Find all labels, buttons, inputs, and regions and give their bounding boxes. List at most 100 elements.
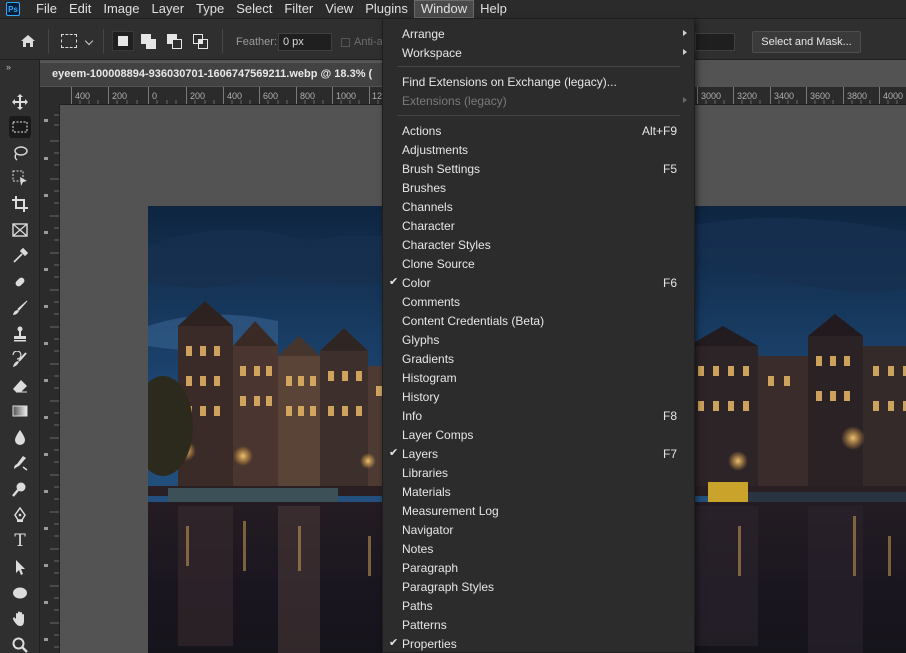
menu-item-arrange[interactable]: Arrange <box>383 24 694 43</box>
menu-item-label: Channels <box>402 200 453 214</box>
menu-help[interactable]: Help <box>474 0 513 18</box>
window-menu-dropdown: Arrange Workspace Find Extensions on Exc… <box>382 18 695 653</box>
checkmark-icon: ✔ <box>389 276 399 288</box>
smudge-icon[interactable] <box>9 452 31 474</box>
menu-item-label: Find Extensions on Exchange (legacy)... <box>402 75 617 89</box>
menu-edit[interactable]: Edit <box>63 0 97 18</box>
menu-item-color[interactable]: ✔ Color F6 <box>383 273 694 292</box>
menu-item-workspace[interactable]: Workspace <box>383 43 694 62</box>
menu-item-find-extensions[interactable]: Find Extensions on Exchange (legacy)... <box>383 72 694 91</box>
checkmark-icon: ✔ <box>389 447 399 459</box>
menu-filter[interactable]: Filter <box>278 0 319 18</box>
height-input[interactable] <box>695 33 735 51</box>
menu-view[interactable]: View <box>319 0 359 18</box>
clone-stamp-icon[interactable] <box>9 323 31 345</box>
menu-item-paragraph[interactable]: Paragraph <box>383 558 694 577</box>
menu-item-paths[interactable]: Paths <box>383 596 694 615</box>
vertical-ruler[interactable] <box>40 105 60 653</box>
blur-icon[interactable] <box>9 426 31 448</box>
eyedropper-icon[interactable] <box>9 245 31 267</box>
menu-item-layer-comps[interactable]: Layer Comps <box>383 425 694 444</box>
rectangular-marquee-icon[interactable] <box>9 116 31 138</box>
menu-item-history[interactable]: History <box>383 387 694 406</box>
menu-item-comments[interactable]: Comments <box>383 292 694 311</box>
menu-item-glyphs[interactable]: Glyphs <box>383 330 694 349</box>
ellipse-icon[interactable] <box>9 582 31 604</box>
home-icon[interactable] <box>20 34 36 48</box>
hand-icon[interactable] <box>9 608 31 630</box>
add-to-selection-button[interactable] <box>138 31 160 51</box>
chevron-down-icon[interactable] <box>84 36 94 46</box>
vertical-ruler-ticks <box>44 114 59 648</box>
frame-icon[interactable] <box>9 219 31 241</box>
subtract-selection-button[interactable] <box>164 31 186 51</box>
lasso-icon[interactable] <box>9 142 31 164</box>
menu-item-measurement-log[interactable]: Measurement Log <box>383 501 694 520</box>
anti-alias-label: Anti-a <box>354 36 383 48</box>
menu-item-navigator[interactable]: Navigator <box>383 520 694 539</box>
menu-type[interactable]: Type <box>190 0 230 18</box>
history-brush-icon[interactable] <box>9 349 31 371</box>
menu-item-shortcut: F8 <box>662 409 677 423</box>
menu-item-clone-source[interactable]: Clone Source <box>383 254 694 273</box>
document-tab[interactable]: eyeem-100008894-936030701-1606747569211.… <box>40 62 383 86</box>
pen-icon[interactable] <box>9 504 31 526</box>
feather-input[interactable]: 0 px <box>278 33 332 51</box>
menu-item-brushes[interactable]: Brushes <box>383 178 694 197</box>
menu-select[interactable]: Select <box>230 0 278 18</box>
menu-item-libraries[interactable]: Libraries <box>383 463 694 482</box>
menu-file[interactable]: File <box>30 0 63 18</box>
type-icon[interactable]: T <box>9 530 31 552</box>
menu-image[interactable]: Image <box>97 0 145 18</box>
menu-separator <box>397 115 680 116</box>
gradient-icon[interactable] <box>9 400 31 422</box>
menu-item-histogram[interactable]: Histogram <box>383 368 694 387</box>
menu-item-channels[interactable]: Channels <box>383 197 694 216</box>
select-and-mask-button[interactable]: Select and Mask... <box>752 31 861 53</box>
menu-item-notes[interactable]: Notes <box>383 539 694 558</box>
menu-item-shortcut: F5 <box>662 162 677 176</box>
menu-item-character-styles[interactable]: Character Styles <box>383 235 694 254</box>
collapse-panel-icon[interactable]: » <box>6 62 11 72</box>
menu-plugins[interactable]: Plugins <box>359 0 414 18</box>
menu-item-gradients[interactable]: Gradients <box>383 349 694 368</box>
menu-window[interactable]: Window <box>413 0 475 18</box>
menu-item-brush-settings[interactable]: Brush Settings F5 <box>383 159 694 178</box>
path-selection-icon[interactable] <box>9 556 31 578</box>
menu-item-label: Actions <box>402 124 442 138</box>
intersect-selection-button[interactable] <box>190 31 212 51</box>
menu-item-shortcut: F7 <box>662 447 677 461</box>
menu-item-label: Extensions (legacy) <box>402 94 507 108</box>
new-selection-button[interactable] <box>112 31 134 51</box>
menu-item-info[interactable]: Info F8 <box>383 406 694 425</box>
anti-alias-checkbox[interactable] <box>341 38 350 47</box>
spot-healing-icon[interactable] <box>9 271 31 293</box>
menu-item-label: Arrange <box>402 27 445 41</box>
menu-item-content-credentials[interactable]: Content Credentials (Beta) <box>383 311 694 330</box>
menu-item-label: Materials <box>402 485 451 499</box>
zoom-icon[interactable] <box>9 634 31 653</box>
menu-item-patterns[interactable]: Patterns <box>383 615 694 634</box>
menu-item-properties[interactable]: ✔ Properties <box>383 634 694 653</box>
dodge-icon[interactable] <box>9 478 31 500</box>
menu-item-label: Histogram <box>402 371 457 385</box>
menu-item-layers[interactable]: ✔ Layers F7 <box>383 444 694 463</box>
crop-icon[interactable] <box>9 193 31 215</box>
menu-item-label: Navigator <box>402 523 454 537</box>
menu-item-actions[interactable]: Actions Alt+F9 <box>383 121 694 140</box>
brush-icon[interactable] <box>9 297 31 319</box>
menu-item-paragraph-styles[interactable]: Paragraph Styles <box>383 577 694 596</box>
object-selection-icon[interactable] <box>9 167 31 189</box>
menu-item-shortcut: F6 <box>662 276 677 290</box>
menu-item-label: Properties <box>402 637 457 651</box>
eraser-icon[interactable] <box>9 375 31 397</box>
menu-item-adjustments[interactable]: Adjustments <box>383 140 694 159</box>
menu-layer[interactable]: Layer <box>146 0 191 18</box>
menu-item-materials[interactable]: Materials <box>383 482 694 501</box>
menu-bar: Ps File Edit Image Layer Type Select Fil… <box>0 0 906 18</box>
menu-item-character[interactable]: Character <box>383 216 694 235</box>
menu-item-label: Content Credentials (Beta) <box>402 314 545 328</box>
move-icon[interactable] <box>9 91 31 113</box>
menu-item-label: Notes <box>402 542 434 556</box>
marquee-preset-icon[interactable] <box>61 34 77 48</box>
